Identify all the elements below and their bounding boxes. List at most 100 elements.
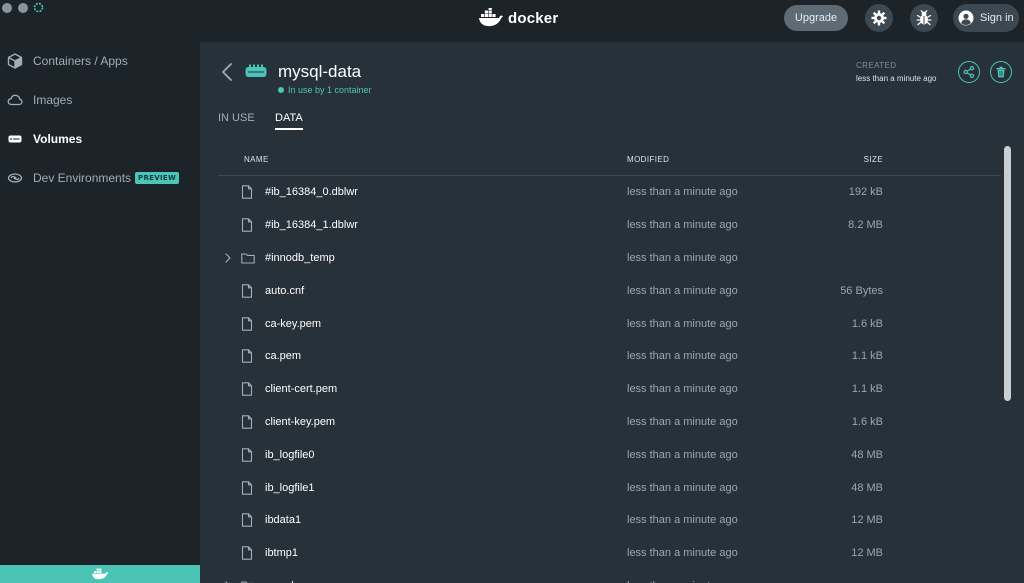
file-name: #ib_16384_0.dblwr [265, 186, 358, 199]
window-close-button[interactable] [2, 3, 12, 13]
dev-environments-icon [7, 173, 23, 183]
share-icon [963, 66, 975, 78]
file-size: 1.6 kB [851, 415, 883, 428]
docker-whale-icon [479, 8, 503, 27]
file-modified: less than a minute ago [627, 350, 738, 363]
file-size: 48 MB [851, 448, 883, 461]
created-value: less than a minute ago [856, 74, 937, 83]
back-chevron-icon[interactable] [220, 62, 234, 82]
table-row[interactable]: ca.pem less than a minute ago 1.1 kB [218, 340, 1001, 373]
file-modified: less than a minute ago [627, 383, 738, 396]
file-size: 12 MB [851, 547, 883, 560]
bug-icon [916, 10, 932, 26]
volume-status: In use by 1 container [278, 85, 372, 95]
file-modified: less than a minute ago [627, 547, 738, 560]
column-header-modified[interactable]: MODIFIED [627, 155, 669, 164]
file-modified: less than a minute ago [627, 251, 738, 264]
sidebar-item-label: Volumes [33, 132, 83, 146]
file-modified: less than a minute ago [627, 481, 738, 494]
sign-in-label: Sign in [980, 12, 1014, 24]
column-header-size[interactable]: SIZE [843, 155, 883, 164]
file-size: 8.2 MB [848, 219, 883, 232]
delete-button[interactable] [990, 61, 1012, 83]
file-modified: less than a minute ago [627, 219, 738, 232]
sidebar-item-label: Containers / Apps [33, 54, 128, 68]
table-row[interactable]: client-key.pem less than a minute ago 1.6 … [218, 406, 1001, 439]
file-name: ibtmp1 [265, 547, 299, 560]
title-bar: docker Upgrade Sign in [0, 0, 1024, 42]
cloud-icon [7, 94, 23, 106]
tab-data[interactable]: DATA [275, 112, 303, 130]
table-row[interactable]: ib_logfile0 less than a minute ago 48 MB [218, 438, 1001, 471]
docker-whale-icon [92, 568, 109, 580]
table-row[interactable]: ibdata1 less than a minute ago 12 MB [218, 504, 1001, 537]
file-name: #ib_16384_1.dblwr [265, 219, 358, 232]
file-modified: less than a minute ago [627, 317, 738, 330]
docker-status-icon[interactable] [33, 2, 44, 13]
scrollbar-thumb[interactable] [1004, 146, 1011, 401]
file-modified: less than a minute ago [627, 514, 738, 527]
file-name: client-cert.pem [265, 383, 338, 396]
table-row[interactable]: #ib_16384_0.dblwr less than a minute ago 1… [218, 176, 1001, 209]
file-name: ib_logfile0 [265, 448, 315, 461]
file-icon [241, 513, 253, 528]
column-header-name[interactable]: NAME [244, 155, 269, 164]
sidebar-item-volumes[interactable]: Volumes [0, 126, 200, 152]
file-modified: less than a minute ago [627, 415, 738, 428]
file-modified: less than a minute ago [627, 284, 738, 297]
file-modified: less than a minute ago [627, 448, 738, 461]
sidebar-item-images[interactable]: Images [0, 87, 200, 113]
window-minimize-button[interactable] [18, 3, 28, 13]
table-row[interactable]: ib_logfile1 less than a minute ago 48 MB [218, 471, 1001, 504]
folder-icon [241, 253, 255, 264]
sidebar: Containers / Apps Images Volumes Dev Env… [0, 42, 200, 583]
settings-gear-icon [871, 10, 887, 26]
sidebar-item-containers-apps[interactable]: Containers / Apps [0, 48, 200, 74]
file-name: ib_logfile1 [265, 481, 315, 494]
tab-in-use[interactable]: IN USE [218, 112, 255, 130]
file-list: #ib_16384_0.dblwr less than a minute ago 1… [218, 176, 1001, 583]
file-size: 192 kB [848, 186, 883, 199]
expand-chevron-icon[interactable] [224, 253, 232, 263]
table-row[interactable]: mysqlless than a minute ago [218, 570, 1001, 583]
volume-detail-panel: mysql-data In use by 1 container CREATED… [200, 42, 1024, 583]
file-size: 1.1 kB [851, 383, 883, 396]
file-icon [241, 218, 253, 232]
container-cube-icon [7, 53, 23, 69]
file-size: 56 Bytes [840, 284, 883, 297]
settings-button[interactable] [865, 4, 893, 32]
user-avatar-icon [958, 10, 974, 26]
file-icon [241, 546, 253, 560]
share-button[interactable] [958, 61, 980, 83]
status-dot [278, 87, 284, 93]
sidebar-item-dev-environments[interactable]: Dev Environments PREVIEW [0, 165, 200, 191]
table-row[interactable]: #innodb_temp less than a minute ago [218, 242, 1001, 275]
file-icon [241, 185, 253, 200]
trash-icon [996, 66, 1006, 78]
volume-name: mysql-data [278, 62, 362, 81]
status-text: In use by 1 container [288, 85, 372, 95]
file-icon [241, 448, 253, 462]
file-icon [241, 349, 253, 364]
table-row[interactable]: ibtmp1 less than a minute ago 12 MB [218, 537, 1001, 570]
table-row[interactable]: auto.cnf less than a minute ago 56 Bytes [218, 274, 1001, 307]
file-modified: less than a minute ago [627, 186, 738, 199]
preview-badge: PREVIEW [135, 172, 179, 184]
file-icon [241, 382, 253, 396]
scrollbar[interactable] [1002, 146, 1012, 583]
troubleshoot-button[interactable] [910, 4, 938, 32]
volume-disk-icon [245, 64, 267, 77]
table-row[interactable]: #ib_16384_1.dblwr less than a minute ago 8… [218, 209, 1001, 242]
engine-status-bar[interactable] [0, 565, 200, 583]
docker-brand: docker [478, 8, 558, 28]
upgrade-button[interactable]: Upgrade [784, 5, 848, 31]
file-icon [241, 284, 253, 298]
file-name: client-key.pem [265, 415, 336, 428]
table-row[interactable]: ca-key.pem less than a minute ago 1.6 kB [218, 307, 1001, 340]
file-name: ca.pem [265, 350, 302, 363]
volume-disk-icon [8, 135, 22, 143]
file-name: auto.cnf [265, 284, 305, 297]
table-row[interactable]: client-cert.pem less than a minute ago 1.1… [218, 373, 1001, 406]
sign-in-button[interactable]: Sign in [953, 4, 1019, 32]
file-name: #innodb_temp [265, 251, 335, 264]
